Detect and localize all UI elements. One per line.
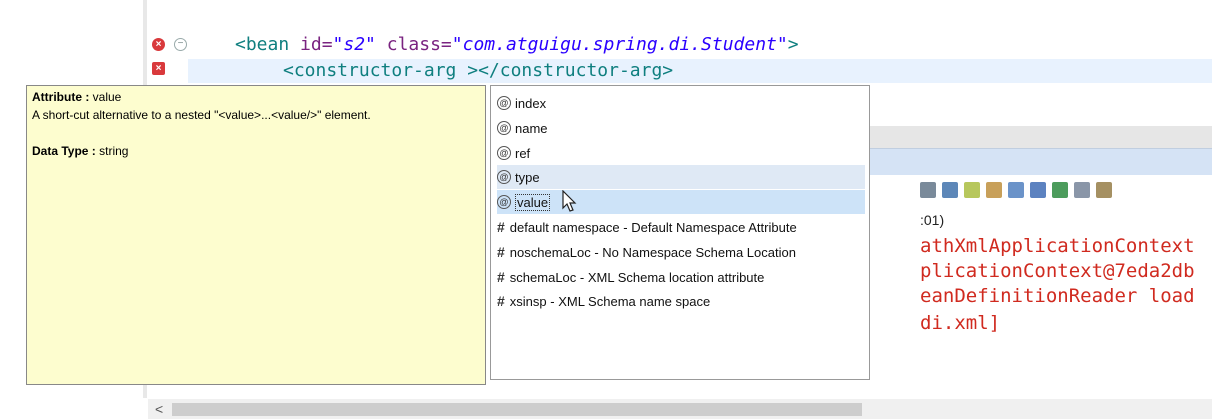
assist-item-schemaloc[interactable]: # schemaLoc - XML Schema location attribu… — [497, 265, 865, 289]
scroll-left-button[interactable]: < — [155, 401, 163, 417]
word-wrap-icon[interactable] — [964, 182, 980, 198]
code-line-constructor-arg[interactable]: <constructor-arg ></constructor-arg> — [283, 60, 673, 82]
xml-tag: > — [456, 60, 479, 81]
show-on-output-icon[interactable] — [986, 182, 1002, 198]
console-line: di.xml] — [920, 312, 1001, 334]
assist-item-label: schemaLoc - XML Schema location attribut… — [509, 269, 765, 285]
code-line-bean[interactable]: <bean id="s2" class="com.atguigu.spring.… — [235, 34, 799, 56]
tooltip-description: A short-cut alternative to a nested "<va… — [32, 108, 371, 122]
console-line: athXmlApplicationContext — [920, 235, 1195, 257]
mouse-pointer-icon — [562, 190, 577, 212]
assist-item-label: value — [515, 193, 551, 211]
display-selected-console-icon[interactable] — [1052, 182, 1068, 198]
assist-item-index[interactable]: @ index — [497, 91, 865, 115]
hash-icon: # — [497, 269, 505, 285]
xml-attribute-value: "s2" — [332, 34, 376, 55]
open-console-icon[interactable] — [1074, 182, 1090, 198]
assist-item-ref[interactable]: @ ref — [497, 141, 865, 165]
console-header — [862, 148, 1212, 175]
tooltip-attribute-label: Attribute : — [32, 90, 93, 104]
content-assist-popup[interactable]: @ index @ name @ ref @ type @ value # default … — [490, 85, 870, 380]
assist-item-label: xsinsp - XML Schema name space — [509, 293, 711, 309]
xml-tag: </constructor-arg> — [478, 60, 674, 81]
clear-console-icon[interactable] — [920, 182, 936, 198]
tooltip-attribute-line: Attribute : value — [32, 88, 480, 106]
assist-item-default-namespace[interactable]: # default namespace - Default Namespace A… — [497, 215, 865, 239]
xml-attribute-value: "com.atguigu.spring.di.Student" — [451, 34, 788, 55]
assist-item-label: noschemaLoc - No Namespace Schema Locati… — [509, 244, 796, 260]
hash-icon: # — [497, 293, 505, 309]
tooltip-datatype-value: string — [99, 144, 129, 158]
assist-item-xsinsp[interactable]: # xsinsp - XML Schema name space — [497, 289, 865, 313]
assist-item-label: ref — [515, 145, 531, 161]
console-toolbar — [920, 182, 1112, 198]
tooltip-datatype-label: Data Type : — [32, 144, 100, 158]
attribute-info-tooltip: Attribute : value A short-cut alternativ… — [26, 85, 486, 385]
attribute-icon: @ — [497, 195, 511, 209]
attribute-icon: @ — [497, 121, 511, 135]
assist-item-label: name — [515, 120, 548, 136]
xml-attribute: class= — [375, 34, 452, 55]
console-line: plicationContext@7eda2db — [920, 260, 1195, 282]
console-tab-bar — [862, 126, 1212, 148]
attribute-icon: @ — [497, 146, 511, 160]
assist-item-label: default namespace - Default Namespace At… — [509, 219, 797, 235]
hash-icon: # — [497, 219, 505, 235]
new-console-icon[interactable] — [1096, 182, 1112, 198]
pin-console-icon[interactable] — [1030, 182, 1046, 198]
xml-tag: > — [787, 34, 799, 55]
assist-item-label: index — [515, 95, 547, 111]
hash-icon: # — [497, 244, 505, 260]
assist-item-name[interactable]: @ name — [497, 116, 865, 140]
tooltip-attribute-value: value — [92, 90, 122, 104]
attribute-icon: @ — [497, 96, 511, 110]
fold-toggle-icon[interactable]: − — [174, 38, 187, 51]
show-on-error-icon[interactable] — [1008, 182, 1024, 198]
scrollbar-thumb[interactable] — [172, 403, 862, 416]
attribute-icon: @ — [497, 170, 511, 184]
assist-item-value[interactable]: @ value — [497, 190, 865, 214]
error-marker-icon[interactable]: × — [152, 38, 165, 51]
xml-tag: <constructor-arg — [283, 60, 457, 81]
assist-item-type[interactable]: @ type — [497, 165, 865, 189]
assist-item-noschemaloc[interactable]: # noschemaLoc - No Namespace Schema Locat… — [497, 240, 865, 264]
assist-item-label: type — [515, 169, 540, 185]
xml-attribute: id= — [289, 34, 333, 55]
console-timestamp: :01) — [920, 212, 945, 228]
tooltip-datatype-line: Data Type : string — [32, 142, 480, 160]
xml-tag: <bean — [235, 34, 290, 55]
console-line: eanDefinitionReader load — [920, 285, 1195, 307]
error-marker-icon[interactable]: × — [152, 62, 165, 75]
scroll-lock-icon[interactable] — [942, 182, 958, 198]
